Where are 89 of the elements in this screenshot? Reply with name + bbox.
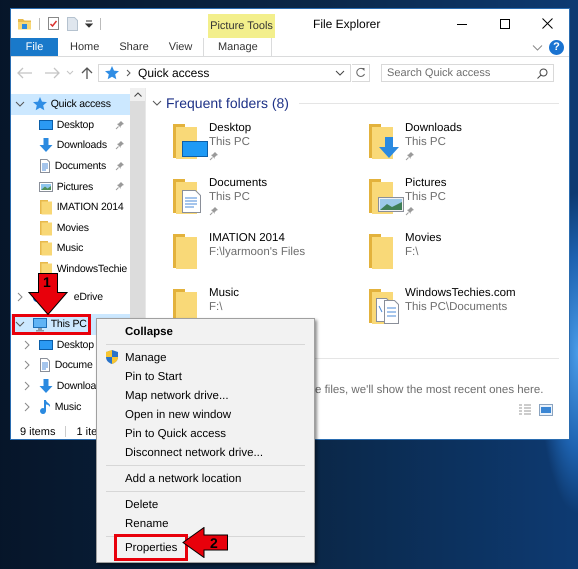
folder-name: Desktop [209,121,252,135]
nav-item[interactable]: Movies [11,218,130,238]
folder-icon [38,199,54,216]
up-arrow-icon[interactable] [80,66,94,80]
pin-icon[interactable] [115,140,125,150]
search-field[interactable]: Search Quick access [381,64,554,82]
folder-name: Downloads [405,121,462,135]
callout-arrow [28,273,68,315]
shield-icon [105,349,119,365]
tool-group-header: Picture Tools [208,14,275,38]
folder-location: This PC\Documents [405,300,508,314]
section-heading[interactable]: Frequent folders (8) [166,95,289,111]
pin-icon[interactable] [405,206,415,216]
monitor-icon [38,338,54,352]
pin-icon[interactable] [209,151,219,161]
blank-page-icon[interactable] [67,16,78,31]
empty-recent-message: e files, we'll show the most recent ones here. [315,384,544,396]
ribbon-tab[interactable]: Share [109,38,159,56]
folder-location: F:\ [405,245,420,259]
folder-name: Movies [405,231,442,245]
monitor-icon [38,118,54,132]
checklist-icon[interactable] [47,16,60,31]
download-arrow-icon [38,378,54,394]
pin-icon[interactable] [115,160,125,171]
folder-name: WindowsTechies.com [405,286,516,300]
document-icon [38,158,52,174]
picture-icon [38,180,54,194]
menu-item[interactable]: Open in new window [97,405,240,424]
folder-name: IMATION 2014 [209,231,286,245]
ribbon-tab[interactable]: File [11,38,58,56]
refresh-button[interactable] [352,64,370,82]
details-view-icon[interactable] [518,404,532,416]
menu-item[interactable]: Pin to Start [97,367,190,386]
menu-item[interactable]: Map network drive... [97,386,237,405]
folder-location: F:\lyarmoon's Files [209,245,306,259]
menu-item[interactable]: Pin to Quick access [97,424,234,443]
nav-item[interactable]: Documents [11,156,130,176]
nav-item[interactable]: IMATION 2014 [11,196,130,218]
star-icon [104,64,120,80]
folder-name: Pictures [405,176,447,190]
chevron-icon [126,68,132,76]
maximize-icon [500,18,510,28]
menu-item[interactable]: Disconnect network drive... [97,443,272,462]
folder-location: F:\ [209,300,224,314]
computer-icon [32,316,48,332]
ribbon-tab[interactable]: Manage [203,38,272,56]
folder-location: This PC [405,135,447,149]
folder-icon [38,220,54,236]
ribbon-tab[interactable]: Home [60,38,110,56]
folder-name: Documents [209,176,268,190]
folder-icon [38,240,54,256]
pin-icon[interactable] [209,206,219,216]
help-button[interactable]: ? [549,40,564,54]
step-number: 1 [43,275,51,289]
folder-location: This PC [209,135,251,149]
pin-icon[interactable] [115,181,125,192]
folder-location: This PC [209,190,251,204]
music-note-icon [38,398,52,415]
menu-item[interactable]: Manage [97,348,175,367]
refresh-icon [355,67,366,78]
callout-arrow [182,527,228,558]
nav-item[interactable]: Desktop [11,114,130,136]
ribbon-tab[interactable]: View [158,38,202,56]
menu-item[interactable]: Delete [97,495,166,514]
nav-item[interactable]: Quick access [11,94,130,115]
item-count: 9 items [20,426,56,438]
pin-icon[interactable] [405,151,415,161]
folder-icon[interactable] [17,16,32,30]
large-icons-view-icon[interactable] [539,404,553,416]
pin-icon[interactable] [115,120,125,130]
nav-item[interactable]: Pictures [11,176,130,197]
menu-item[interactable]: Rename [97,514,176,533]
star-icon [32,96,48,112]
download-arrow-icon [38,137,54,154]
step-number: 2 [210,536,218,550]
scroll-up-icon[interactable] [134,92,142,97]
address-field[interactable]: Quick access [98,64,351,82]
breadcrumb-item[interactable]: Quick access [138,66,328,80]
close-icon [542,18,553,29]
folder-location: This PC [405,190,447,204]
folder-name: Music [209,286,240,300]
window-title: File Explorer [313,16,382,30]
menu-item[interactable]: Properties [114,534,188,561]
menu-item[interactable]: Add a network location [97,469,250,488]
caret-icon[interactable] [85,20,93,28]
document-icon [38,357,52,374]
nav-item[interactable]: Downloads [11,135,130,156]
nav-item[interactable]: Music [11,238,130,259]
search-icon[interactable] [537,68,548,78]
